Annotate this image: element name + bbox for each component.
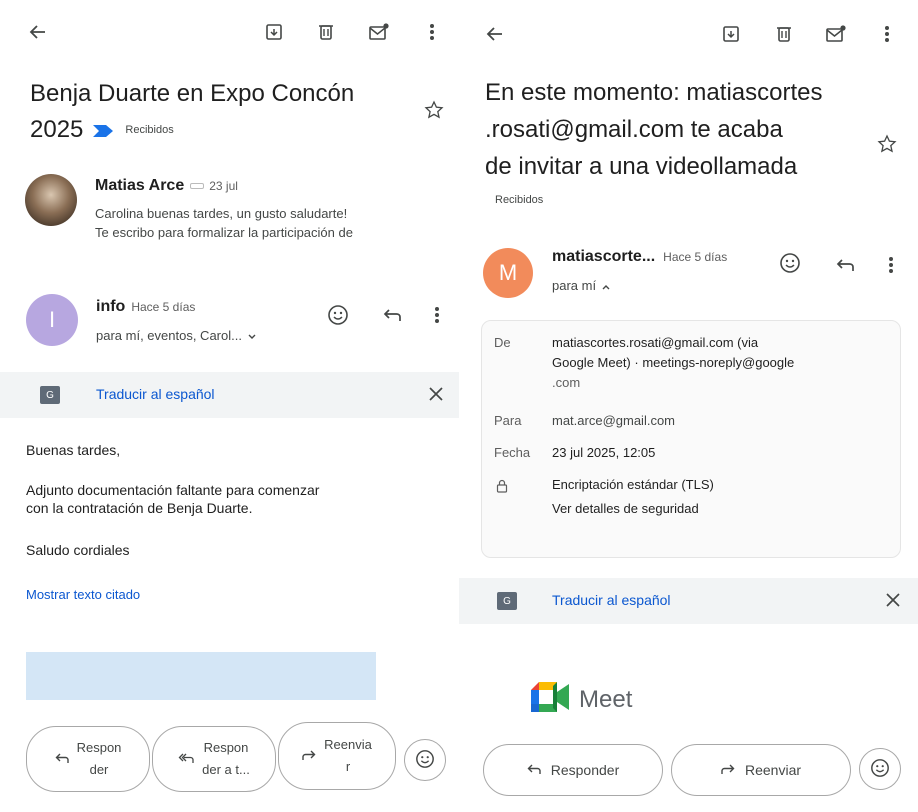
translate-link[interactable]: Traducir al español (552, 592, 671, 608)
sender-name: matiascorte... (552, 248, 656, 265)
attachment-placeholder[interactable] (26, 652, 376, 700)
email-view-right: En este momento: matiascortes .rosati@gm… (459, 0, 918, 812)
more-vert-icon[interactable] (879, 22, 895, 46)
date-label: Fecha (494, 445, 531, 460)
emoji-react-icon[interactable] (777, 250, 803, 276)
sender-name: Matias Arce (95, 177, 185, 194)
close-icon[interactable] (885, 592, 901, 613)
label-chip[interactable]: Recibidos (125, 112, 173, 148)
mark-unread-icon[interactable] (366, 20, 392, 44)
more-vert-icon[interactable] (430, 304, 444, 326)
message-date: 23 jul (209, 179, 238, 193)
avatar-matias[interactable] (25, 174, 77, 226)
emoji-react-icon[interactable] (325, 302, 351, 328)
star-icon[interactable] (875, 132, 899, 156)
meet-camera-icon (531, 682, 571, 717)
message-time: Hace 5 días (663, 250, 728, 264)
emoji-icon (870, 758, 890, 781)
more-vert-icon[interactable] (424, 20, 440, 44)
forward-button[interactable]: Reenvia r (278, 722, 396, 790)
body-closing: Saludo cordiales (26, 542, 130, 558)
google-meet-logo: Meet (531, 682, 632, 717)
date-value: 23 jul 2025, 12:05 (552, 445, 656, 460)
email-subject: Benja Duarte en Expo Concón 2025 Recibid… (30, 76, 354, 148)
close-icon[interactable] (428, 386, 444, 407)
avatar-info[interactable]: I (26, 294, 78, 346)
message-1-snippet[interactable]: Carolina buenas tardes, un gusto saludar… (95, 204, 353, 242)
important-marker-icon (93, 112, 114, 148)
encryption-value: Encriptación estándar (TLS) (552, 477, 714, 492)
reply-all-icon (178, 752, 194, 767)
mark-unread-icon[interactable] (823, 22, 849, 46)
reply-icon[interactable] (379, 302, 405, 328)
subject-line-1: Benja Duarte en Expo Concón (30, 80, 355, 107)
reply-icon (527, 762, 541, 778)
reply-all-button[interactable]: Respon der a t... (152, 726, 276, 792)
sender-name: info (96, 298, 126, 315)
from-label: De (494, 335, 511, 350)
lock-icon (496, 479, 508, 498)
delete-icon[interactable] (314, 20, 338, 44)
forward-button[interactable]: Reenviar (671, 744, 851, 796)
to-value: mat.arce@gmail.com (552, 413, 676, 428)
recipients-toggle[interactable]: para mí, eventos, Carol... (96, 328, 256, 343)
translate-bar: G Traducir al español (0, 372, 459, 418)
forward-icon (721, 762, 735, 778)
emoji-react-button[interactable] (404, 739, 446, 781)
emoji-icon (415, 749, 435, 772)
star-icon[interactable] (422, 98, 446, 122)
chevron-down-icon (248, 328, 256, 343)
archive-icon[interactable] (262, 20, 286, 44)
show-quoted-text-link[interactable]: Mostrar texto citado (26, 587, 140, 602)
archive-icon[interactable] (719, 22, 743, 46)
emoji-react-button[interactable] (859, 748, 901, 790)
message-1-header[interactable]: Matias Arce 23 jul (95, 177, 238, 195)
avatar-m[interactable]: M (483, 248, 533, 298)
message-2-header[interactable]: info Hace 5 días (96, 298, 195, 316)
to-label: Para (494, 413, 522, 428)
reply-button[interactable]: Respon der (26, 726, 150, 792)
subject-line-2: 2025 (30, 116, 84, 143)
attachment-tag-icon (190, 183, 205, 189)
forward-icon (302, 749, 316, 764)
security-details-link[interactable]: Ver detalles de seguridad (552, 499, 699, 519)
translate-icon: G (40, 386, 60, 404)
body-greeting: Buenas tardes, (26, 442, 121, 458)
delete-icon[interactable] (772, 22, 796, 46)
translate-icon: G (497, 592, 517, 610)
from-value: matiascortes.rosati@gmail.com (via Googl… (552, 335, 795, 390)
email-view-left: Benja Duarte en Expo Concón 2025 Recibid… (0, 0, 459, 812)
body-paragraph: Adjunto documentación faltante para come… (26, 482, 320, 516)
message-header[interactable]: matiascorte... Hace 5 días (552, 248, 727, 266)
reply-icon (55, 752, 69, 767)
reply-icon[interactable] (832, 252, 858, 278)
message-details-card: De matiascortes.rosati@gmail.com (via Go… (481, 320, 901, 558)
recipients-toggle[interactable]: para mí (552, 278, 610, 293)
message-time: Hace 5 días (131, 300, 196, 314)
back-arrow-icon[interactable] (483, 22, 507, 46)
label-chip[interactable]: Recibidos (495, 194, 543, 206)
more-vert-icon[interactable] (884, 254, 898, 276)
chevron-up-icon (602, 278, 610, 293)
reply-button[interactable]: Responder (483, 744, 663, 796)
translate-bar: G Traducir al español (459, 578, 918, 624)
back-arrow-icon[interactable] (26, 20, 50, 44)
translate-link[interactable]: Traducir al español (96, 386, 215, 402)
email-subject: En este momento: matiascortes .rosati@gm… (485, 79, 823, 180)
